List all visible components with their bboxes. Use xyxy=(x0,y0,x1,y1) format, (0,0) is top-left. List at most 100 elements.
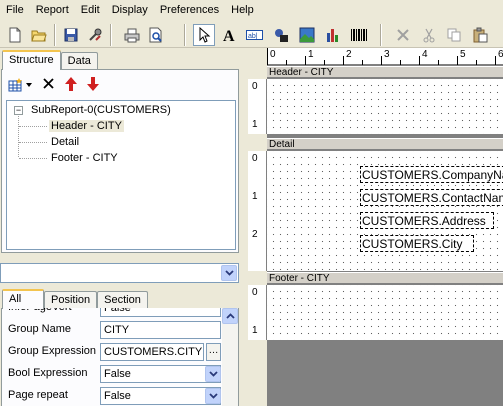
menu-file[interactable]: File xyxy=(0,0,30,20)
field-city[interactable]: CUSTOMERS.City xyxy=(360,235,474,252)
text-label-tool[interactable]: A xyxy=(218,24,240,46)
tree-connector xyxy=(19,142,47,143)
chevron-down-icon xyxy=(224,270,234,276)
select-pointer-tool[interactable] xyxy=(193,24,215,46)
tools-button[interactable] xyxy=(84,24,106,46)
page-repeat-dropdown[interactable] xyxy=(205,388,221,404)
shape-tool[interactable] xyxy=(270,24,292,46)
field-address[interactable]: CUSTOMERS.Address xyxy=(360,212,494,229)
delete-button[interactable] xyxy=(392,24,414,46)
tree-connector xyxy=(19,158,47,159)
open-folder-icon xyxy=(31,30,47,42)
structure-tree[interactable]: − SubReport-0(CUSTOMERS) Header - CITY D… xyxy=(6,100,236,250)
band-footer-area[interactable] xyxy=(267,285,503,340)
page-repeat-select[interactable]: False xyxy=(100,387,221,405)
tab-all[interactable]: All xyxy=(2,289,44,309)
svg-text:A: A xyxy=(223,28,235,43)
remove-band-button[interactable] xyxy=(42,77,55,93)
ruler-label: 6 xyxy=(498,49,503,60)
ellipsis-icon: … xyxy=(208,345,219,356)
menu-preferences[interactable]: Preferences xyxy=(154,0,225,20)
tree-node-header[interactable]: Header - CITY xyxy=(49,118,124,134)
image-tool[interactable] xyxy=(296,24,318,46)
arrow-pointer-icon xyxy=(199,27,211,43)
menu-edit[interactable]: Edit xyxy=(75,0,106,20)
band-header-title[interactable]: Header - CITY xyxy=(267,66,503,78)
group-expression-input[interactable]: CUSTOMERS.CITY xyxy=(100,343,204,361)
scroll-up-button[interactable] xyxy=(222,308,238,324)
band-detail-area[interactable]: CUSTOMERS.CompanyName CUSTOMERS.ContactN… xyxy=(267,151,503,271)
ruler-label: 1 xyxy=(252,191,258,202)
property-name: Page repeat xyxy=(8,389,68,401)
property-tab-strip: All Position Section xyxy=(2,289,148,309)
group-name-input[interactable]: CITY xyxy=(100,321,221,339)
save-disk-icon xyxy=(64,28,78,42)
property-scrollbar[interactable] xyxy=(222,308,238,406)
chart-tool[interactable] xyxy=(322,24,344,46)
save-button[interactable] xyxy=(60,24,82,46)
add-band-button[interactable] xyxy=(8,78,32,92)
main-toolbar: A ab| xyxy=(0,20,503,48)
chevron-down-icon xyxy=(208,371,218,377)
tab-section[interactable]: Section xyxy=(97,291,148,309)
bool-expression-select[interactable]: False xyxy=(100,365,221,383)
horizontal-ruler: 0 1 2 3 4 5 6 xyxy=(267,48,503,65)
ruler-label: 0 xyxy=(252,153,258,164)
printer-icon xyxy=(124,28,140,43)
tab-position[interactable]: Position xyxy=(44,291,98,309)
menu-display[interactable]: Display xyxy=(106,0,154,20)
collapse-toggle[interactable]: − xyxy=(14,106,23,115)
band-header-area[interactable] xyxy=(267,79,503,134)
toolbar-separator xyxy=(380,24,382,46)
paste-button[interactable] xyxy=(469,24,491,46)
ruler-label: 0 xyxy=(270,49,276,60)
cut-button[interactable] xyxy=(418,24,440,46)
property-name: Group Name xyxy=(8,323,71,335)
expression-builder-button[interactable]: … xyxy=(206,343,221,361)
paste-clipboard-icon xyxy=(473,27,488,43)
vertical-ruler-footer: 0 1 xyxy=(248,285,267,340)
delete-x-icon xyxy=(397,29,409,41)
field-tool[interactable]: ab| xyxy=(244,24,266,46)
menu-bar: File Report Edit Display Preferences Hel… xyxy=(0,0,503,20)
tools-icon xyxy=(89,28,102,41)
left-tab-strip: Structure Data xyxy=(2,50,98,70)
copy-icon xyxy=(447,28,461,42)
bar-chart-icon xyxy=(327,29,338,42)
field-company-name[interactable]: CUSTOMERS.CompanyName xyxy=(360,166,503,183)
property-row: Group Name CITY xyxy=(6,319,221,340)
ruler-label: 2 xyxy=(252,229,258,240)
tab-structure[interactable]: Structure xyxy=(2,50,61,70)
tree-node-footer[interactable]: Footer - CITY xyxy=(51,150,118,166)
copy-button[interactable] xyxy=(443,24,465,46)
ruler-label: 5 xyxy=(460,49,466,60)
print-button[interactable] xyxy=(121,24,143,46)
property-name: Group Expression xyxy=(8,345,96,357)
tree-node-subreport[interactable]: SubReport-0(CUSTOMERS) xyxy=(31,102,171,118)
move-down-button[interactable] xyxy=(87,76,99,94)
property-value-select[interactable]: False xyxy=(100,308,221,317)
toolbar-separator xyxy=(110,24,112,46)
arrow-up-icon xyxy=(65,76,77,91)
band-footer-title[interactable]: Footer - CITY xyxy=(267,272,503,284)
tree-node-detail[interactable]: Detail xyxy=(51,134,79,150)
menu-report[interactable]: Report xyxy=(30,0,75,20)
property-name: Bool Expression xyxy=(8,367,88,379)
property-row: Page repeat False xyxy=(6,385,221,406)
field-contact-name[interactable]: CUSTOMERS.ContactName xyxy=(360,189,503,206)
move-up-button[interactable] xyxy=(65,76,77,94)
menu-help[interactable]: Help xyxy=(225,0,260,20)
ruler-label: 4 xyxy=(422,49,428,60)
bool-expression-dropdown[interactable] xyxy=(205,366,221,382)
object-selector[interactable] xyxy=(0,263,239,283)
new-file-button[interactable] xyxy=(4,24,26,46)
left-panel: Structure Data − SubReport-0(CUSTOMERS) xyxy=(0,48,243,406)
open-file-button[interactable] xyxy=(28,24,50,46)
image-icon xyxy=(299,27,315,43)
object-selector-dropdown[interactable] xyxy=(221,265,237,281)
tab-data[interactable]: Data xyxy=(60,52,98,70)
property-row: InfoPageVert False xyxy=(6,308,221,318)
barcode-tool[interactable] xyxy=(348,24,370,46)
print-preview-button[interactable] xyxy=(145,24,167,46)
band-detail-title[interactable]: Detail xyxy=(267,138,503,150)
